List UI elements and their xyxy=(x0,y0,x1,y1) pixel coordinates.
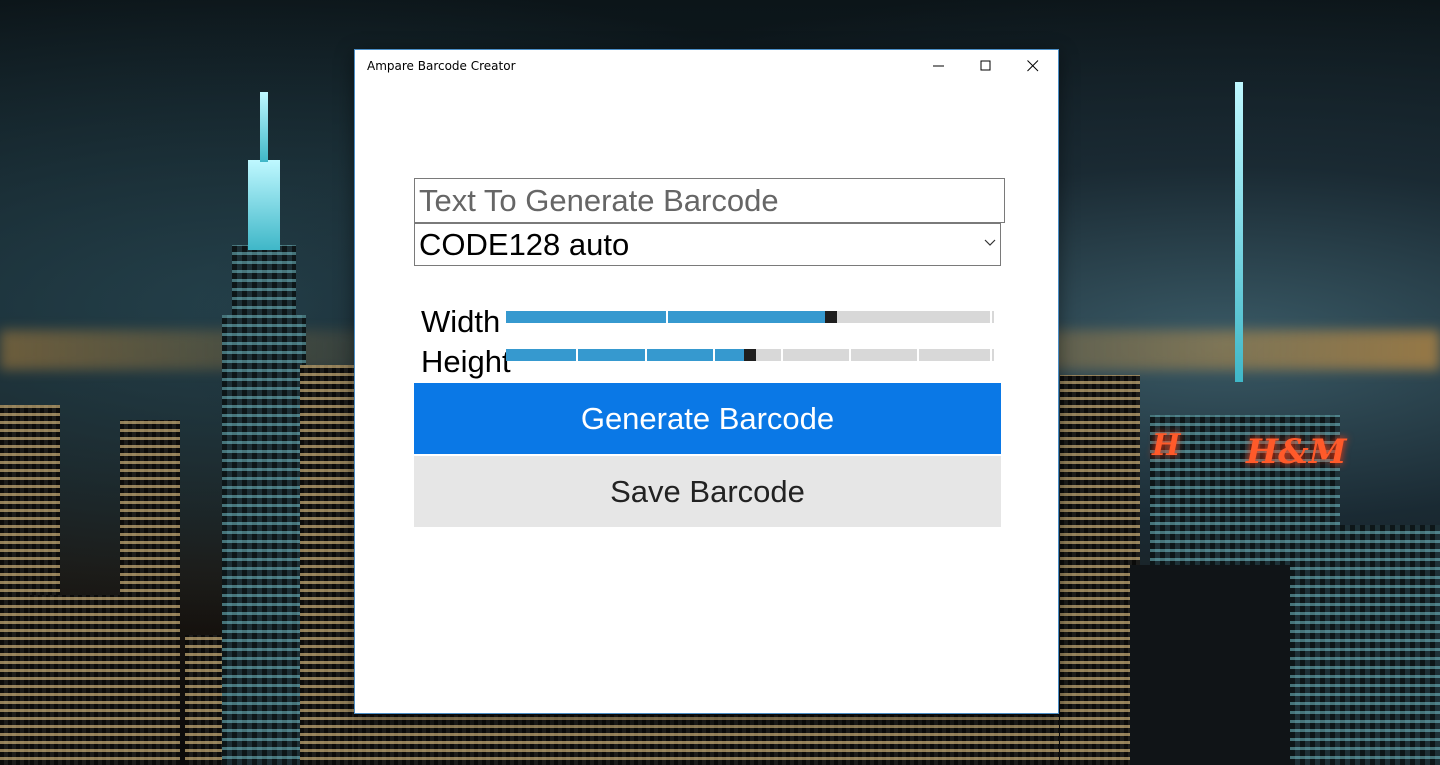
width-label: Width xyxy=(421,304,501,339)
window-title: Ampare Barcode Creator xyxy=(367,59,516,73)
barcode-text-input[interactable] xyxy=(414,178,1005,223)
height-label: Height xyxy=(421,344,511,379)
height-slider[interactable] xyxy=(506,349,994,361)
title-bar[interactable]: Ampare Barcode Creator xyxy=(355,50,1058,82)
save-barcode-button[interactable]: Save Barcode xyxy=(414,456,1001,527)
chevron-down-icon xyxy=(984,239,996,246)
width-slider[interactable] xyxy=(506,311,994,323)
minimize-button[interactable] xyxy=(916,50,962,82)
close-button[interactable] xyxy=(1010,50,1056,82)
slider-thumb[interactable] xyxy=(825,311,837,323)
minimize-icon xyxy=(933,65,944,67)
maximize-button[interactable] xyxy=(963,50,1009,82)
generate-barcode-button[interactable]: Generate Barcode xyxy=(414,383,1001,454)
slider-thumb[interactable] xyxy=(744,349,756,361)
slider-fill xyxy=(506,349,744,361)
select-value: CODE128 auto xyxy=(419,227,630,262)
app-window: Ampare Barcode Creator CODE128 auto Widt… xyxy=(354,49,1059,714)
close-icon xyxy=(1027,60,1039,72)
barcode-format-select[interactable]: CODE128 auto xyxy=(414,223,1001,266)
maximize-icon xyxy=(980,60,991,71)
